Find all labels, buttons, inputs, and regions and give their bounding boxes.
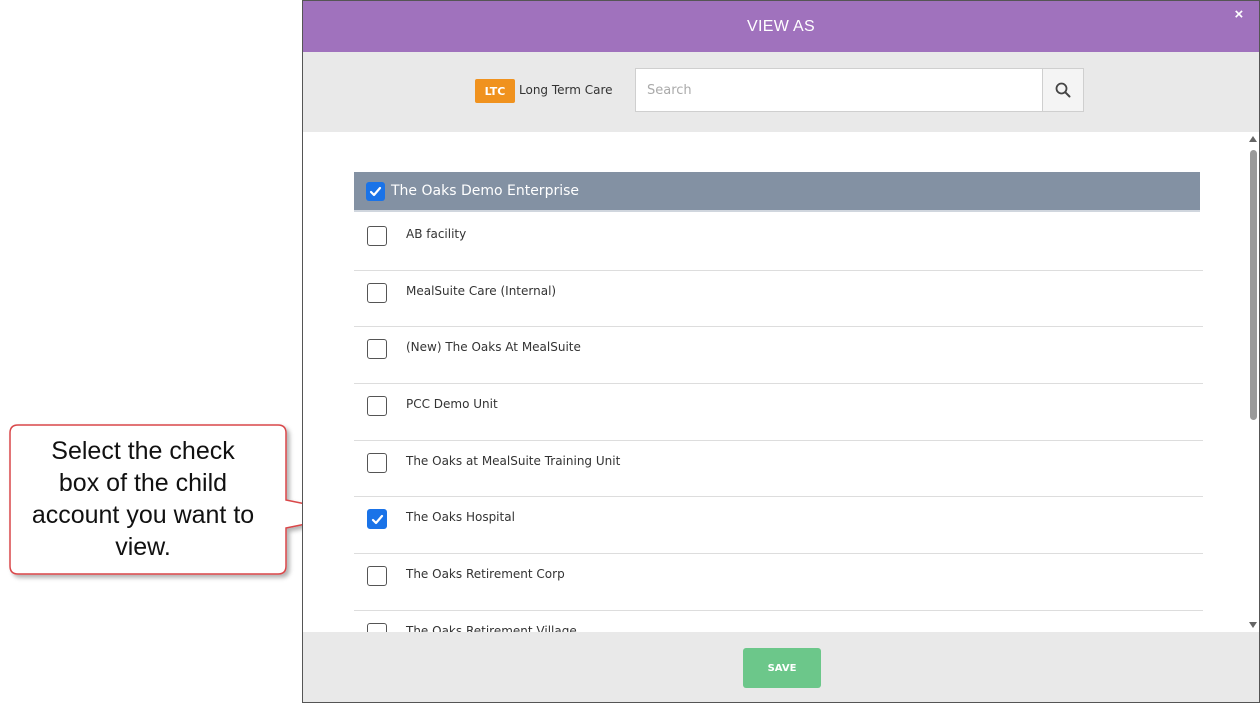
ltc-badge: LTC (475, 79, 515, 103)
checkmark-icon (369, 186, 382, 196)
account-row[interactable]: PCC Demo Unit (354, 384, 1203, 441)
screen: Select the check box of the child accoun… (0, 0, 1260, 703)
account-label: AB facility (406, 227, 467, 241)
care-type-label: Long Term Care (519, 83, 613, 97)
account-row[interactable]: MealSuite Care (Internal) (354, 271, 1203, 328)
account-checkbox[interactable] (367, 339, 387, 360)
account-label: MealSuite Care (Internal) (406, 283, 557, 298)
account-row[interactable]: (New) The Oaks At MealSuite (354, 327, 1203, 385)
account-label: The Oaks Retirement Corp (406, 567, 565, 582)
toolbar: LTC Long Term Care (303, 52, 1259, 132)
search-button[interactable] (1042, 69, 1083, 111)
search-input[interactable] (636, 69, 1042, 111)
account-checkbox[interactable] (367, 566, 387, 587)
close-icon[interactable]: × (1231, 7, 1247, 23)
account-label: PCC Demo Unit (406, 397, 498, 412)
account-checkbox[interactable] (367, 226, 387, 246)
modal-header: VIEW AS × (303, 1, 1259, 52)
group-header[interactable]: The Oaks Demo Enterprise (354, 172, 1200, 212)
account-checkbox[interactable] (367, 282, 387, 303)
modal-title: VIEW AS (747, 17, 815, 35)
view-as-modal: VIEW AS × LTC Long Term Care Search The … (302, 0, 1260, 703)
scroll-down-icon[interactable] (1249, 622, 1257, 628)
account-row[interactable]: AB facility (354, 214, 1203, 271)
group-name: The Oaks Demo Enterprise (391, 183, 580, 199)
save-button[interactable]: SAVE (743, 648, 821, 688)
account-checkbox[interactable] (367, 622, 387, 632)
modal-footer: SAVE (303, 632, 1259, 702)
account-label: (New) The Oaks At MealSuite (406, 340, 581, 355)
scroll-up-icon[interactable] (1249, 136, 1257, 142)
account-rows: AB facility MealSuite Care (Internal) (New… (354, 214, 1203, 632)
scroll-thumb[interactable] (1250, 150, 1257, 420)
account-label: The Oaks Retirement Village (406, 623, 577, 632)
account-row[interactable]: The Oaks Hospital (354, 497, 1203, 555)
account-checkbox[interactable] (367, 509, 387, 530)
account-list[interactable]: The Oaks Demo Enterprise AB facility Meal… (303, 132, 1259, 632)
account-row[interactable]: The Oaks Retirement Village (354, 611, 1203, 632)
search-box (635, 68, 1084, 112)
account-checkbox[interactable] (367, 452, 387, 473)
account-label: The Oaks Hospital (406, 510, 515, 525)
callout-text: Select the check box of the child accoun… (31, 437, 255, 561)
scrollbar[interactable] (1247, 132, 1259, 632)
account-row[interactable]: The Oaks at MealSuite Training Unit (354, 441, 1203, 498)
account-checkbox[interactable] (367, 396, 387, 417)
account-row[interactable]: The Oaks Retirement Corp (354, 554, 1203, 611)
checkmark-icon (371, 514, 383, 525)
search-icon (1055, 82, 1071, 98)
group-checkbox[interactable] (366, 181, 385, 201)
account-label: The Oaks at MealSuite Training Unit (406, 453, 621, 468)
